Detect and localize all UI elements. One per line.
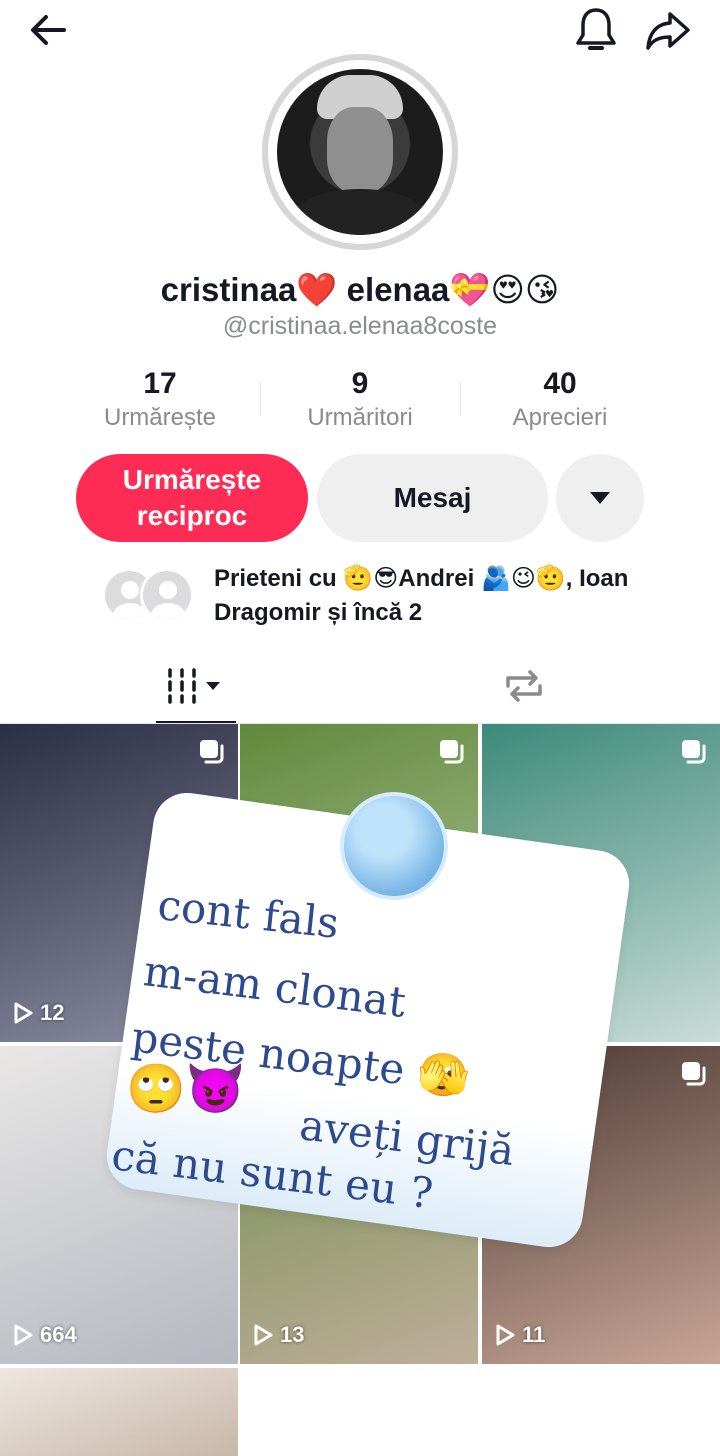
share-button[interactable] xyxy=(642,4,694,56)
follow-back-button[interactable]: Urmărește reciproc xyxy=(76,454,308,542)
likes-label: Aprecieri xyxy=(512,404,608,431)
repost-icon xyxy=(506,670,542,702)
profile-avatar xyxy=(277,69,443,235)
view-count: 12 xyxy=(12,1000,64,1026)
multi-photo-icon xyxy=(682,1062,706,1086)
followers-count: 9 xyxy=(351,367,369,400)
username: @cristinaa.elenaa8coste xyxy=(222,312,498,340)
play-icon xyxy=(14,1324,33,1346)
play-icon xyxy=(14,1002,33,1024)
caret-down-icon xyxy=(590,492,610,504)
following-count: 17 xyxy=(143,367,177,400)
likes-count: 40 xyxy=(543,367,577,400)
profile-stats: 17 Urmărește 9 Urmăritori 40 Aprecieri xyxy=(60,366,660,438)
profile-tabs xyxy=(0,648,720,724)
view-count-text: 12 xyxy=(40,1000,65,1025)
notification-bell-button[interactable] xyxy=(570,4,622,56)
view-count: 13 xyxy=(252,1322,304,1348)
tab-reposts[interactable] xyxy=(484,648,564,724)
play-icon xyxy=(254,1324,273,1346)
back-button[interactable] xyxy=(22,4,74,56)
following-label: Urmărește xyxy=(103,404,217,431)
share-icon xyxy=(646,12,690,50)
mutual-friends[interactable]: Prieteni cu 🫡😎Andrei 🫂😉🫡, Ioan Dragomir … xyxy=(102,562,662,630)
play-icon xyxy=(496,1324,515,1346)
arrow-left-icon xyxy=(31,15,66,45)
multi-photo-icon xyxy=(440,740,464,764)
stat-following[interactable]: 17 Urmărește xyxy=(60,366,260,438)
view-count-text: 11 xyxy=(522,1322,546,1347)
bell-icon xyxy=(576,8,616,50)
display-name: cristinaa❤️ elenaa💝😍😘 xyxy=(160,271,560,308)
top-bar xyxy=(0,0,720,60)
view-count: 664 xyxy=(12,1322,77,1348)
video-thumbnail[interactable] xyxy=(0,1368,238,1456)
grid-icon xyxy=(168,668,220,704)
sticker-emoji-line: 🙄😈 xyxy=(126,1061,246,1117)
view-count-text: 13 xyxy=(280,1322,305,1347)
friend-avatar xyxy=(140,568,194,622)
message-button[interactable]: Mesaj xyxy=(317,454,548,542)
stat-likes[interactable]: 40 Aprecieri xyxy=(460,366,660,438)
profile-avatar-ring[interactable] xyxy=(262,54,458,250)
tab-videos[interactable] xyxy=(156,648,236,724)
view-count-text: 664 xyxy=(40,1322,77,1347)
multi-photo-icon xyxy=(682,740,706,764)
sticker-pin xyxy=(340,792,448,900)
followers-label: Urmăritori xyxy=(307,404,413,431)
stat-followers[interactable]: 9 Urmăritori xyxy=(260,366,460,438)
suggested-accounts-button[interactable] xyxy=(556,454,644,542)
mutual-friends-text: Prieteni cu 🫡😎Andrei 🫂😉🫡, Ioan Dragomir … xyxy=(214,565,629,626)
multi-photo-icon xyxy=(200,740,224,764)
view-count: 11 xyxy=(494,1322,545,1348)
